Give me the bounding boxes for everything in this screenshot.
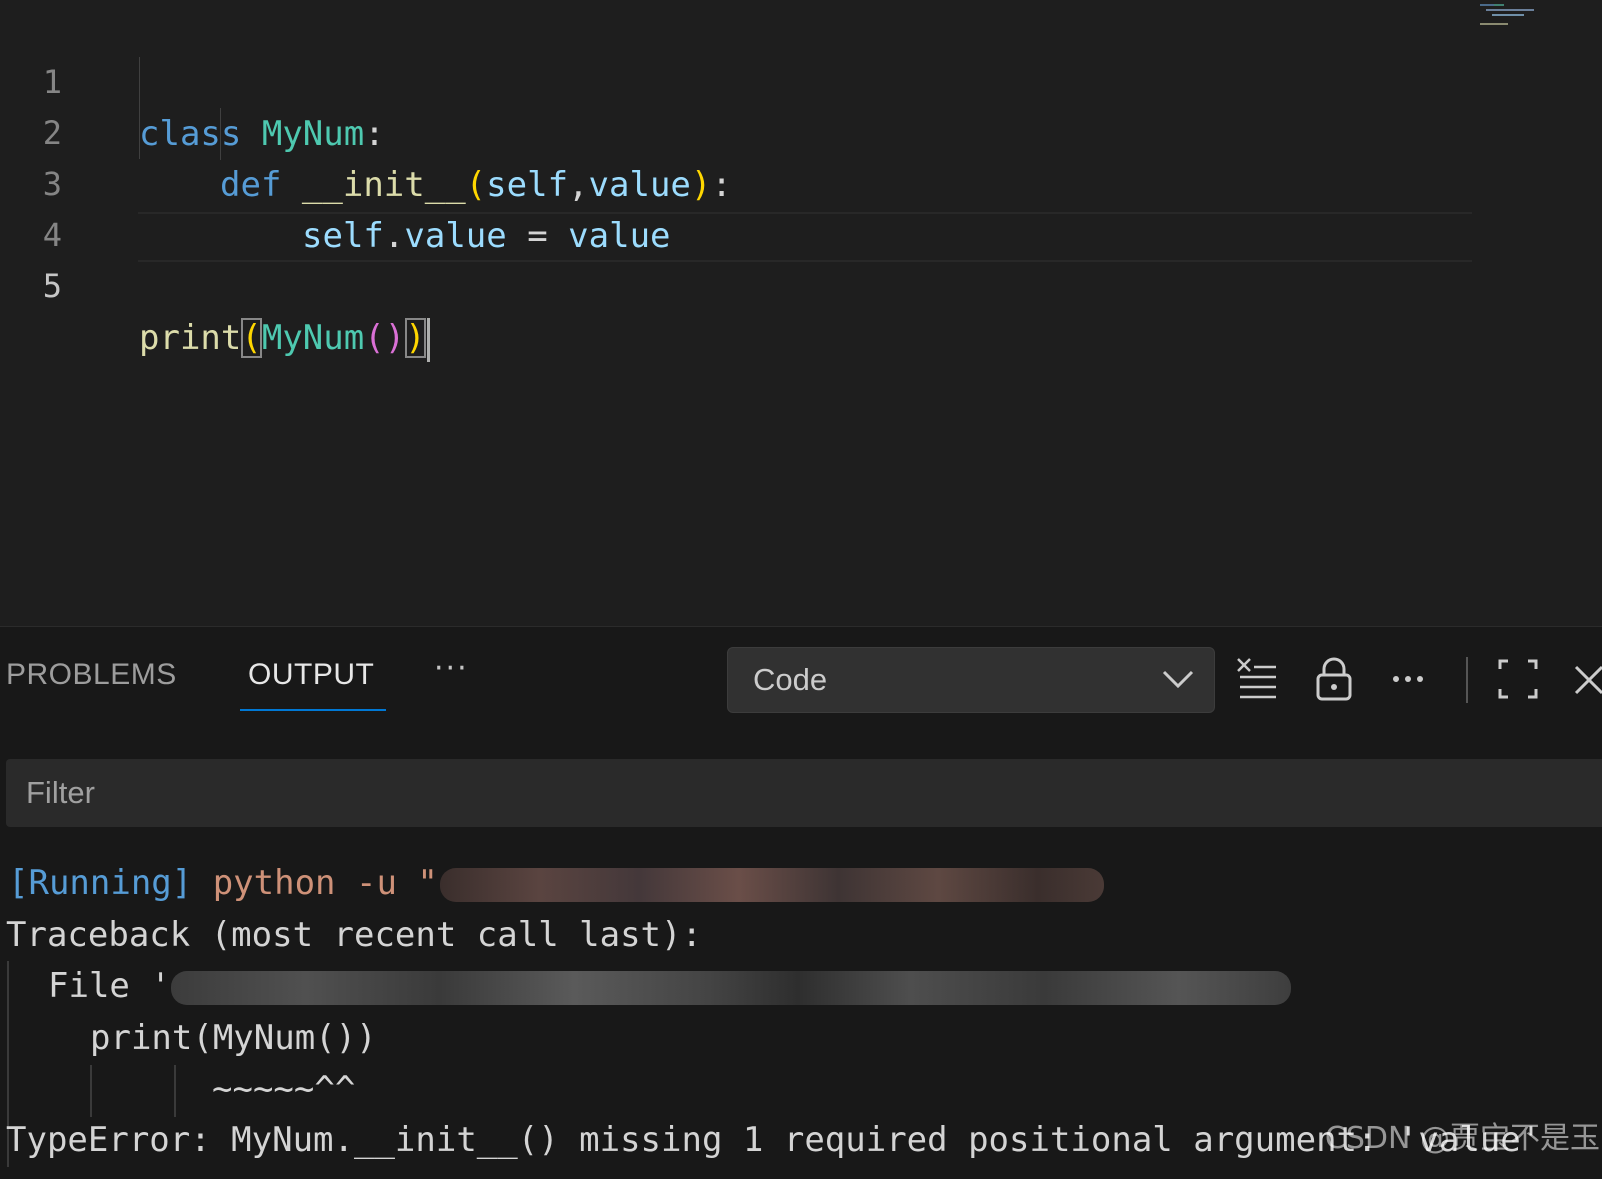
minimap[interactable] <box>1480 4 1550 28</box>
output-code-line: print(MyNum()) <box>90 1018 377 1058</box>
output-indent-guide <box>174 1065 176 1117</box>
tab-problems[interactable]: PROBLEMS <box>6 653 177 697</box>
bracket-token: () <box>364 318 406 358</box>
clear-output-icon[interactable] <box>1234 655 1278 703</box>
output-indent-guide <box>90 1065 92 1117</box>
bracket-token: ) <box>405 318 426 358</box>
output-file-line: File ' <box>48 962 1291 1010</box>
tabs-more-button[interactable]: ··· <box>434 651 469 686</box>
code-line-2[interactable]: 2 def __init__(self,value): <box>0 55 1480 205</box>
code-editor[interactable]: 1 class MyNum: 2 def __init__(self,value… <box>0 0 1602 626</box>
output-caret-line: ~~~~~^^ <box>212 1069 356 1109</box>
active-tab-indicator <box>240 709 386 711</box>
filter-box <box>6 759 1602 827</box>
running-tag: [Running] <box>8 863 193 903</box>
code-line-1[interactable]: 1 class MyNum: <box>0 4 1480 154</box>
close-icon[interactable] <box>1570 655 1602 703</box>
redacted-path <box>170 970 1291 1005</box>
running-command: python -u " <box>192 863 438 903</box>
output-traceback-line: Traceback (most recent call last): <box>6 915 702 955</box>
class-name-token: MyNum <box>261 318 365 358</box>
output-channel-select[interactable]: Code <box>727 647 1215 713</box>
output-running-line: [Running] python -u " <box>8 859 1104 907</box>
toolbar-separator <box>1466 657 1468 703</box>
bracket-token: ( <box>241 318 262 358</box>
line-number: 5 <box>42 267 62 305</box>
tab-output[interactable]: OUTPUT <box>248 653 374 697</box>
chevron-down-icon <box>1162 670 1194 689</box>
redacted-path <box>439 867 1104 902</box>
watermark: CSDN @贾宝不是玉 <box>1324 1121 1600 1156</box>
filter-input[interactable] <box>6 759 1566 827</box>
function-name-token: print <box>139 318 242 358</box>
code-line-5[interactable]: 5 print(MyNum()) <box>0 208 1480 362</box>
text-cursor <box>426 317 430 362</box>
code-line-4[interactable]: 4 <box>0 157 1480 254</box>
bottom-panel: PROBLEMS OUTPUT ··· Code [Running <box>0 626 1602 1179</box>
maximize-icon[interactable] <box>1496 655 1540 703</box>
file-prefix: File ' <box>48 966 171 1006</box>
code-line-3[interactable]: 3 self.value = value <box>0 106 1480 256</box>
more-actions-icon[interactable] <box>1388 655 1432 703</box>
output-channel-label: Code <box>753 662 828 697</box>
lock-icon[interactable] <box>1312 655 1356 703</box>
code-text: print(MyNum()) <box>139 312 430 364</box>
